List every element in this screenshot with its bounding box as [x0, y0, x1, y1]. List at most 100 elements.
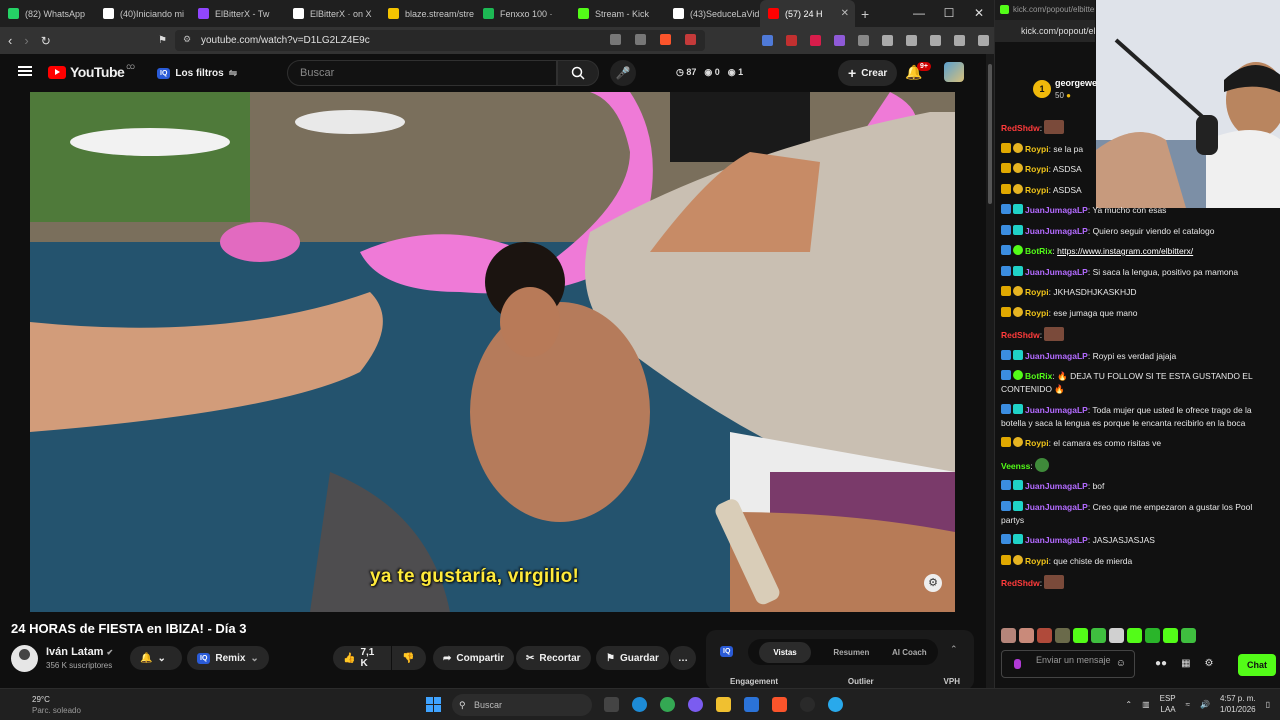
chat-username[interactable]: JuanJumagaLP	[1025, 535, 1088, 545]
chat-link[interactable]: https://www.instagram.com/elbitterx/	[1057, 246, 1193, 256]
chrome-icon[interactable]	[660, 697, 675, 712]
vidiq-tab[interactable]: Vistas	[759, 641, 811, 663]
emote-icon[interactable]	[1055, 628, 1070, 643]
taskbar-search[interactable]: ⚲ Buscar	[452, 694, 592, 716]
emote-icon[interactable]	[1145, 628, 1160, 643]
video-player[interactable]: ya te gustaría, virgilio!	[30, 92, 955, 612]
brave-icon[interactable]	[772, 697, 787, 712]
chat-username[interactable]: RedShdw	[1001, 123, 1040, 133]
vidiq-column-header[interactable]: VPH	[944, 677, 960, 686]
chat-username[interactable]: JuanJumagaLP	[1025, 481, 1088, 491]
gifter-name[interactable]: georgewe	[1055, 78, 1097, 88]
store-app-icon[interactable]	[744, 697, 759, 712]
network-icon[interactable]: ▥	[1142, 700, 1150, 709]
hamburger-menu-icon[interactable]	[18, 66, 32, 76]
language-indicator[interactable]: ESP LAA	[1160, 693, 1176, 715]
file-explorer-icon[interactable]	[716, 697, 731, 712]
close-window-button[interactable]: ✕	[964, 0, 994, 27]
user-avatar[interactable]	[944, 62, 964, 82]
chat-username[interactable]: Veenss	[1001, 461, 1030, 471]
windows-start-icon[interactable]	[426, 697, 441, 712]
chat-settings-icon[interactable]: ⚙	[1205, 658, 1214, 669]
player-settings-icon[interactable]: ⚙	[924, 574, 942, 592]
edge-icon[interactable]	[632, 697, 647, 712]
share-icon[interactable]	[635, 34, 646, 45]
emote-icon[interactable]	[1073, 628, 1088, 643]
menu-icon[interactable]	[978, 35, 989, 46]
browser-tab[interactable]: (57) 24 H ✕	[760, 0, 855, 27]
back-icon[interactable]: ‹	[8, 33, 12, 48]
vidiq-column-header[interactable]: Outlier	[848, 677, 874, 686]
browser-tab[interactable]: ElBitterX - Tw	[190, 0, 285, 27]
emoji-icon[interactable]: ☺	[1116, 659, 1126, 669]
task-view-icon[interactable]	[604, 697, 619, 712]
browser-tab[interactable]: blaze.stream/stre	[380, 0, 475, 27]
extensions-icon[interactable]	[930, 35, 941, 46]
emote-icon[interactable]	[1181, 628, 1196, 643]
telegram-icon[interactable]	[828, 697, 843, 712]
chat-username[interactable]: JuanJumagaLP	[1025, 351, 1088, 361]
browser-tab[interactable]: (43)SeduceLaVid	[665, 0, 760, 27]
tab-close-icon[interactable]: ✕	[841, 8, 849, 19]
voice-search-button[interactable]: 🎤	[610, 60, 636, 86]
chat-username[interactable]: Roypi	[1025, 287, 1049, 297]
subscribed-bell-button[interactable]: 🔔 ⌄	[130, 646, 182, 670]
emote-icon[interactable]	[1037, 628, 1052, 643]
ext-puzzle-icon[interactable]	[834, 35, 845, 46]
emote-icon[interactable]	[1163, 628, 1178, 643]
kick-address-bar[interactable]: kick.com/popout/elbittx	[995, 20, 1095, 42]
browser-tab[interactable]: Stream - Kick	[570, 0, 665, 27]
notifications-icon[interactable]: ▯	[1266, 700, 1270, 709]
forward-icon[interactable]: ›	[24, 33, 28, 48]
page-scrollbar[interactable]	[986, 54, 994, 688]
translate-ext-icon[interactable]	[762, 35, 773, 46]
vidiq-column-header[interactable]: Engagement	[730, 677, 778, 686]
clock[interactable]: 4:57 p. m. 1/01/2026	[1220, 693, 1256, 715]
collapse-icon[interactable]: ⌃	[950, 644, 958, 655]
emote-icon[interactable]	[1109, 628, 1124, 643]
brave-shield-icon[interactable]	[660, 34, 671, 45]
channel-name[interactable]: Iván Latam ✔	[46, 646, 113, 658]
music-icon[interactable]	[882, 35, 893, 46]
chat-username[interactable]: Roypi	[1025, 164, 1049, 174]
maximize-button[interactable]: ☐	[934, 0, 964, 27]
brave-rewards-icon[interactable]	[685, 34, 696, 45]
like-button[interactable]: 👍 7,1 K	[333, 646, 391, 670]
browser-tab[interactable]: (40)Iniciando mi	[95, 0, 190, 27]
sidebar-icon[interactable]	[906, 35, 917, 46]
users-icon[interactable]: ●●	[1155, 658, 1167, 669]
emote-icon[interactable]	[1019, 628, 1034, 643]
chat-username[interactable]: JuanJumagaLP	[1025, 267, 1088, 277]
vidiq-tab[interactable]: Resumen	[833, 648, 869, 657]
emote-icon[interactable]	[1091, 628, 1106, 643]
share-button[interactable]: ➦ Compartir	[433, 646, 515, 670]
chat-username[interactable]: RedShdw	[1001, 578, 1040, 588]
bookmark-icon[interactable]: ⚑	[158, 35, 167, 46]
chat-username[interactable]: Roypi	[1025, 556, 1049, 566]
chat-username[interactable]: RedShdw	[1001, 330, 1040, 340]
browser-tab[interactable]: (82) WhatsApp	[0, 0, 95, 27]
filters-button[interactable]: IQ Los filtros ⇋	[150, 62, 244, 84]
chat-username[interactable]: JuanJumagaLP	[1025, 226, 1088, 236]
copilot-icon[interactable]	[688, 697, 703, 712]
clip-button[interactable]: ✂ Recortar	[516, 646, 591, 670]
cast-icon[interactable]	[610, 34, 621, 45]
chat-username[interactable]: Roypi	[1025, 144, 1049, 154]
reload-icon[interactable]: ↻	[41, 34, 51, 48]
more-actions-button[interactable]: …	[670, 646, 696, 670]
ext-red-icon[interactable]	[786, 35, 797, 46]
site-info-icon[interactable]: ⚙	[183, 34, 191, 45]
store-icon[interactable]: ▦	[1181, 658, 1190, 669]
tray-expand-icon[interactable]: ⌃	[1125, 700, 1132, 709]
chat-send-button[interactable]: Chat	[1238, 654, 1276, 676]
steam-icon[interactable]	[800, 697, 815, 712]
volume-icon[interactable]: 🔊	[1200, 700, 1210, 709]
new-tab-button[interactable]: +	[861, 6, 869, 22]
save-button[interactable]: ⚑ Guardar	[596, 646, 669, 670]
weather-widget[interactable]: 29°C Parc. soleado	[14, 694, 81, 716]
create-button[interactable]: + Crear	[838, 60, 898, 86]
chat-username[interactable]: Roypi	[1025, 185, 1049, 195]
chat-username[interactable]: BotRix	[1025, 371, 1052, 381]
remix-button[interactable]: IQ Remix ⌄	[187, 646, 269, 670]
dislike-button[interactable]: 👎	[392, 646, 426, 670]
